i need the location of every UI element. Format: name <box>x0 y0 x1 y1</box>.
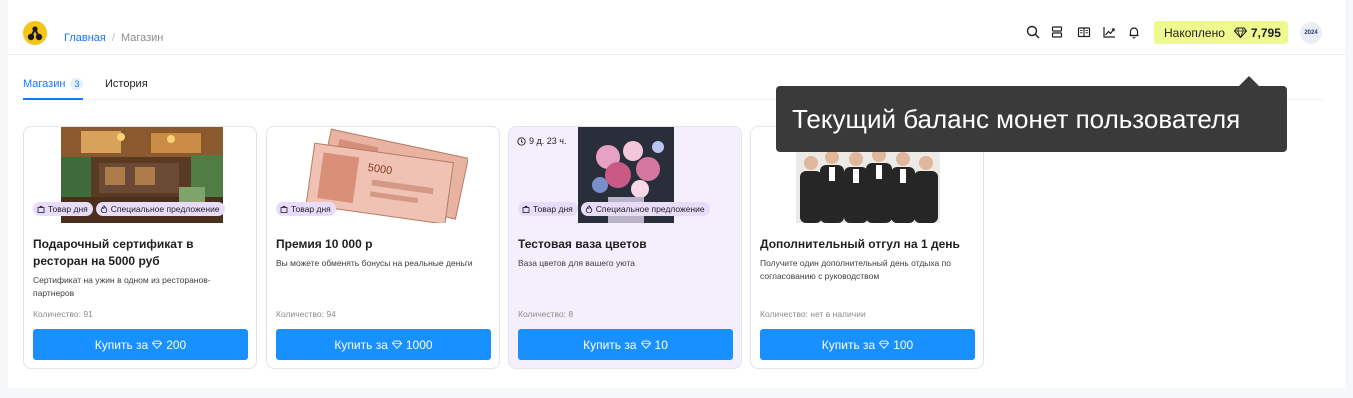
product-card: Дополнительный отгул на 1 день Получите … <box>750 126 984 369</box>
product-card: 5000 5000 Товар дня Премия 10 000 р <box>266 126 500 369</box>
offer-timer: 9 д. 23 ч. <box>517 136 566 146</box>
buy-price: 200 <box>166 337 187 352</box>
buy-price: 100 <box>893 337 914 352</box>
badge-label: Товар дня <box>291 204 331 214</box>
breadcrumb-current: Магазин <box>120 32 164 44</box>
buy-label: Купить за <box>583 337 637 352</box>
buy-button[interactable]: Купить за 100 <box>760 329 975 360</box>
fire-icon <box>100 205 107 213</box>
avatar[interactable]: 2024 <box>1300 22 1322 44</box>
fire-icon <box>585 205 592 213</box>
chart-icon[interactable] <box>1101 24 1117 40</box>
tab-shop[interactable]: Магазин 3 <box>23 78 84 100</box>
tooltip-text: Текущий баланс монет пользователя <box>792 103 1241 134</box>
badge-product-of-day: Товар дня <box>33 202 93 216</box>
card-badges: Товар дня <box>276 202 336 216</box>
avatar-text: 2024 <box>1304 30 1318 36</box>
balance-label: Накоплено <box>1164 25 1225 40</box>
badge-label: Специальное предложение <box>595 204 705 214</box>
balance-amount: 7,795 <box>1250 25 1281 40</box>
tab-shop-count: 3 <box>70 78 84 90</box>
product-card: Товар дня Специальное предложение Подаро… <box>23 126 257 369</box>
badge-label: Товар дня <box>533 204 573 214</box>
buy-price: 10 <box>654 337 668 352</box>
gem-icon <box>1233 27 1247 38</box>
badge-product-of-day: Товар дня <box>276 202 336 216</box>
timer-text: 9 д. 23 ч. <box>529 136 567 146</box>
balance-tooltip: Текущий баланс монет пользователя <box>776 86 1287 152</box>
tooltip-arrow <box>1239 76 1259 86</box>
top-header: Главная / Магазин Накоплено 7,795 2024 <box>8 0 1345 55</box>
buy-button[interactable]: Купить за 1000 <box>276 329 491 360</box>
card-badges: Товар дня Специальное предложение <box>33 202 225 216</box>
gem-icon <box>391 340 402 349</box>
card-title: Тестовая ваза цветов <box>518 237 647 251</box>
buy-button[interactable]: Купить за 200 <box>33 329 248 360</box>
tab-shop-label: Магазин <box>23 78 66 90</box>
bell-icon[interactable] <box>1126 24 1142 40</box>
gem-icon <box>152 340 163 349</box>
card-description: Ваза цветов для вашего уюта <box>518 258 635 268</box>
badge-label: Специальное предложение <box>110 204 220 214</box>
card-quantity: Количество: 94 <box>276 309 336 319</box>
card-description: Вы можете обменять бонусы на реальные де… <box>276 258 473 268</box>
buy-label: Купить за <box>334 337 388 352</box>
breadcrumb-home-link[interactable]: Главная <box>64 32 106 44</box>
product-card: 9 д. 23 ч. Товар дня Специальное предлож… <box>508 126 742 369</box>
clock-icon <box>517 136 526 146</box>
breadcrumb-separator: / <box>111 32 115 44</box>
logo[interactable] <box>23 21 47 45</box>
buy-price: 1000 <box>405 337 433 352</box>
page-panel: Главная / Магазин Накоплено 7,795 2024 М… <box>8 0 1345 388</box>
search-icon[interactable] <box>1025 24 1041 40</box>
tab-history[interactable]: История <box>105 78 148 100</box>
card-description: Сертификат на ужин в одном из ресторанов… <box>33 275 211 298</box>
buy-label: Купить за <box>94 337 149 352</box>
buy-button[interactable]: Купить за 10 <box>518 329 733 360</box>
card-title: Подарочный сертификат в ресторан на 5000… <box>33 237 194 268</box>
card-title: Дополнительный отгул на 1 день <box>760 237 960 251</box>
badge-label: Товар дня <box>48 204 88 214</box>
card-quantity: Количество: нет в наличии <box>760 309 866 319</box>
tab-history-label: История <box>105 78 148 90</box>
layers-icon[interactable] <box>1049 24 1065 40</box>
gem-icon <box>879 340 890 349</box>
badge-special-offer: Специальное предложение <box>580 202 710 216</box>
badge-product-of-day: Товар дня <box>518 202 578 216</box>
bag-icon <box>280 205 288 213</box>
card-description: Получите один дополнительный день отдыха… <box>760 258 951 281</box>
card-quantity: Количество: 8 <box>518 309 574 319</box>
buy-label: Купить за <box>821 337 876 352</box>
card-title: Премия 10 000 р <box>276 237 373 251</box>
breadcrumb: Главная / Магазин <box>64 32 163 44</box>
card-badges: Товар дня Специальное предложение <box>518 202 710 216</box>
card-quantity: Количество: 91 <box>33 309 93 319</box>
balance-badge[interactable]: Накоплено 7,795 <box>1154 21 1288 44</box>
bag-icon <box>37 205 45 213</box>
badge-special-offer: Специальное предложение <box>95 202 225 216</box>
bag-icon <box>522 205 530 213</box>
gem-icon <box>640 340 651 349</box>
book-icon[interactable] <box>1076 24 1092 40</box>
